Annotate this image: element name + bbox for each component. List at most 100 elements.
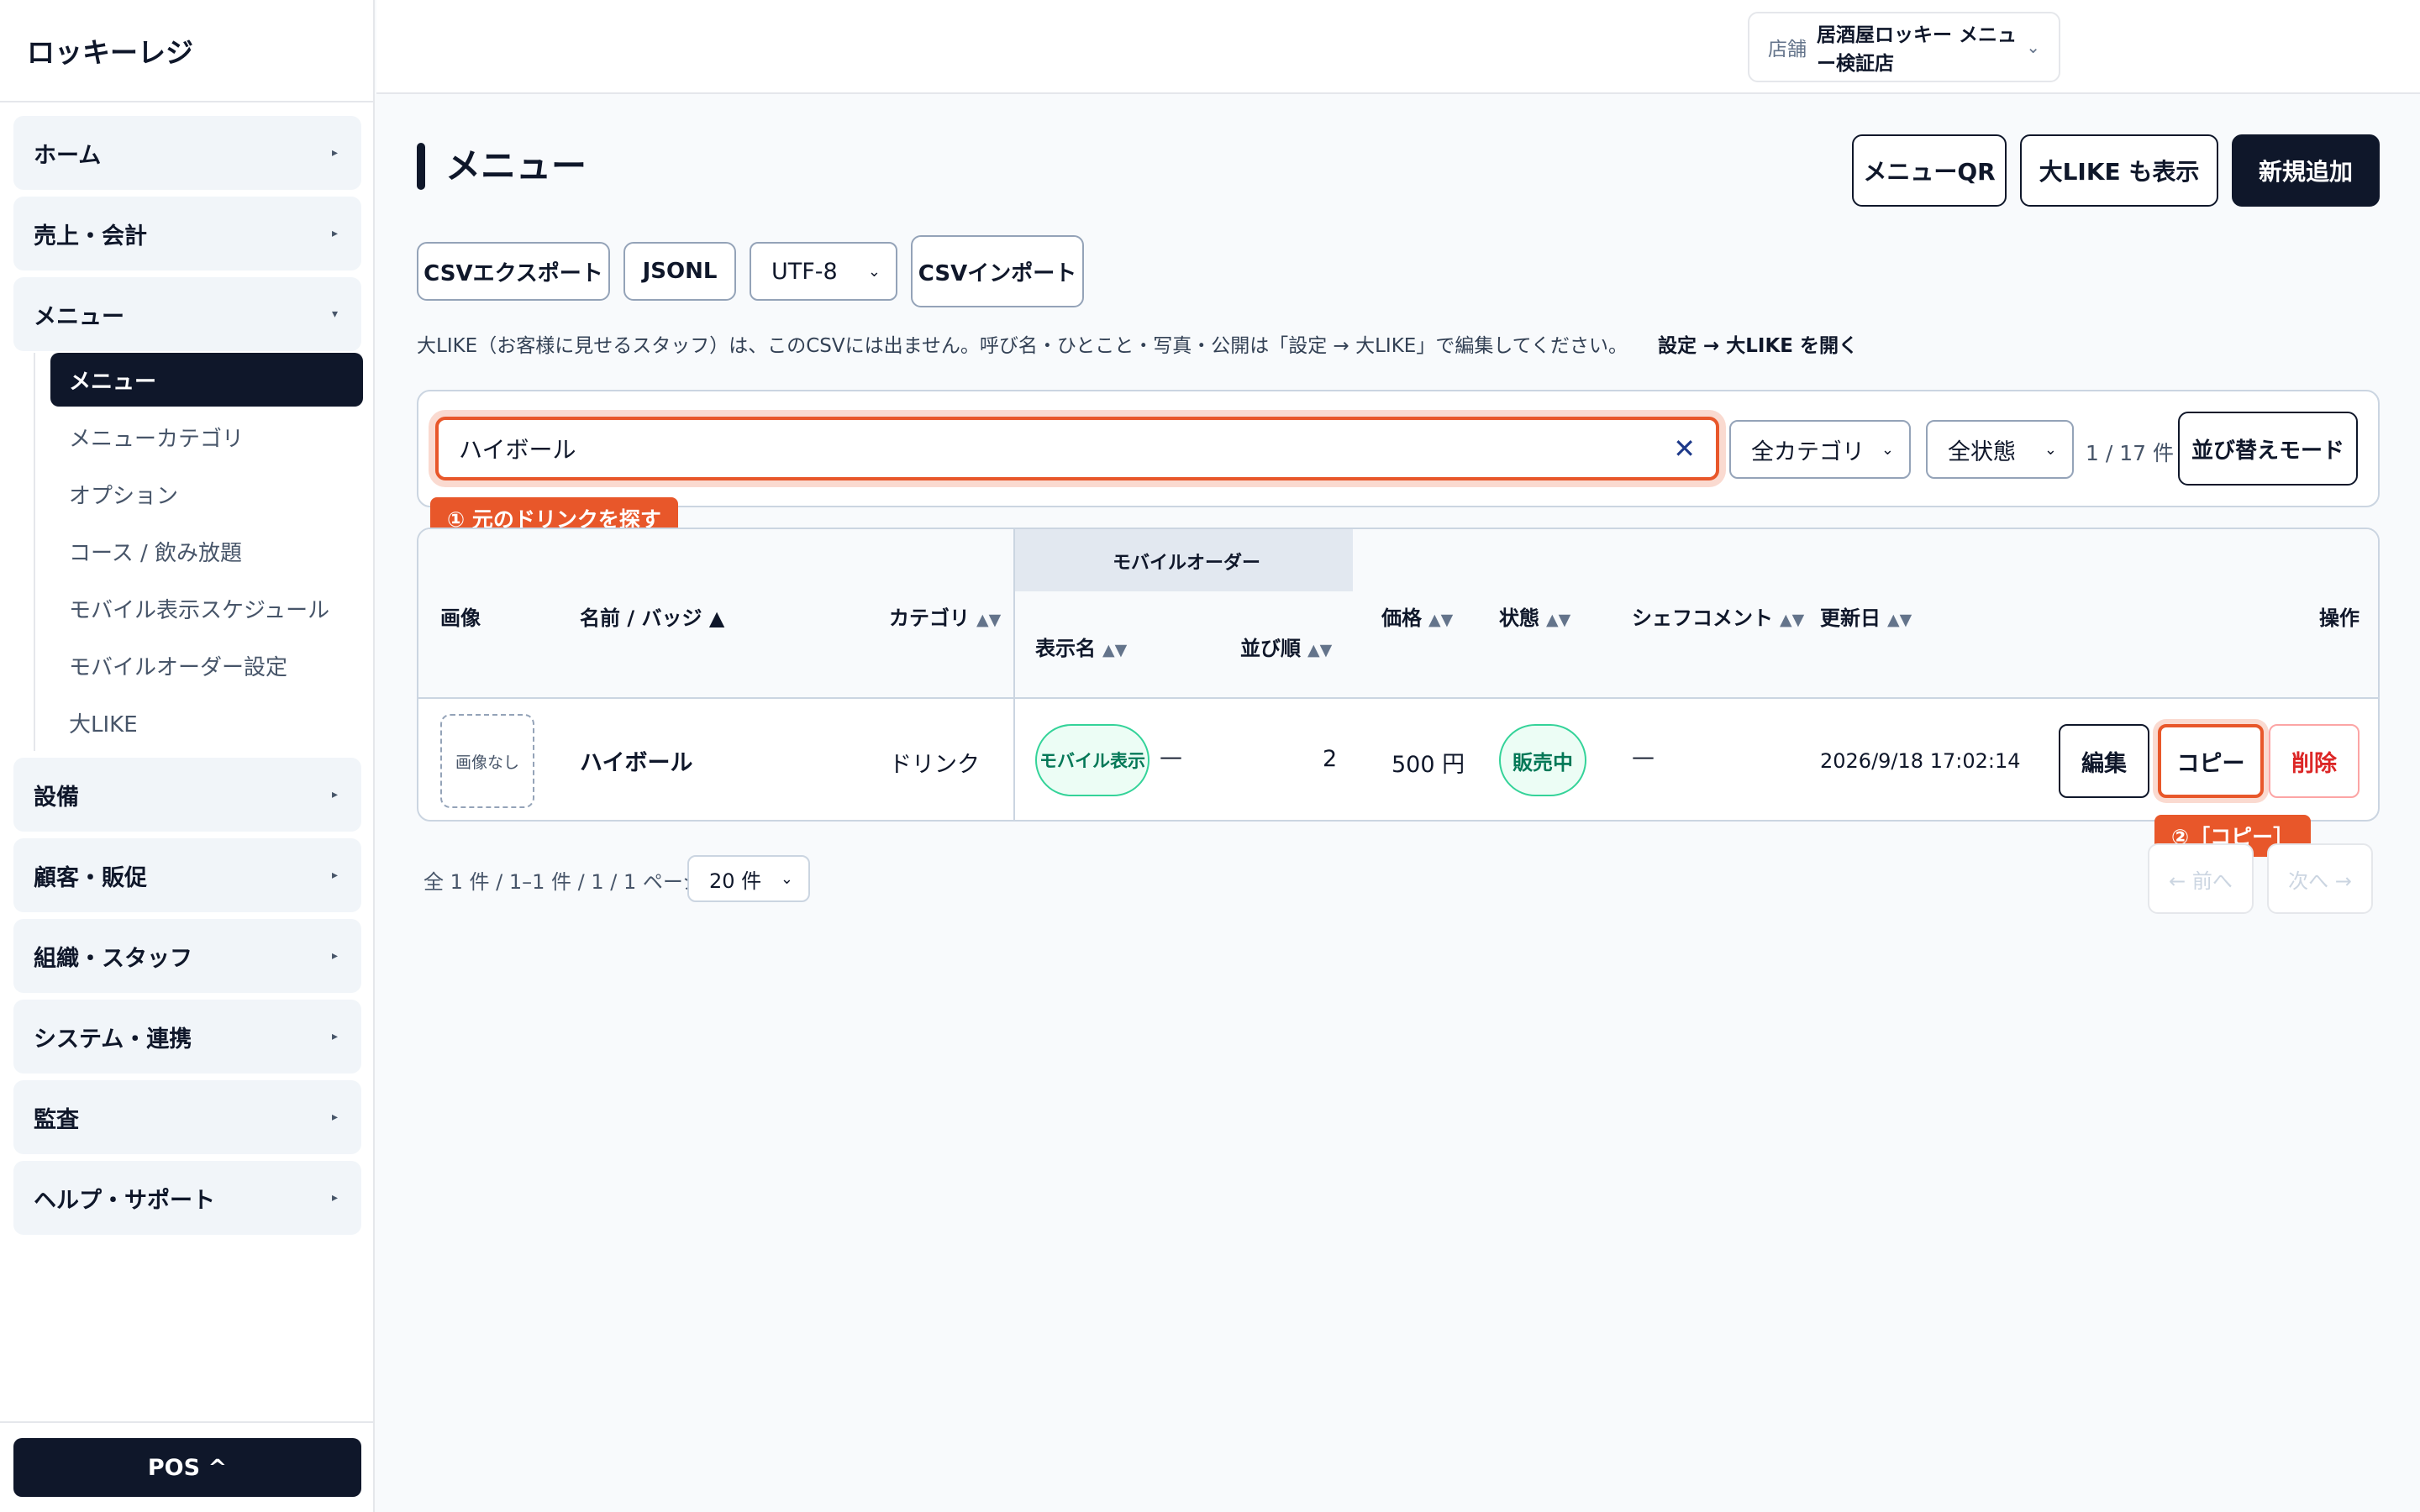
sort-icon: ▲▼	[1428, 611, 1454, 629]
status-filter-value: 全状態	[1948, 438, 2016, 465]
sort-icon: ▲▼	[1102, 641, 1128, 659]
nav-group-label: 売上・会計	[34, 223, 147, 249]
col-category[interactable]: カテゴリ ▲▼	[889, 601, 1001, 631]
encoding-value: UTF-8	[771, 258, 838, 285]
sidebar-item-like[interactable]: 大LIKE	[50, 696, 363, 749]
category-filter-value: 全カテゴリ	[1751, 438, 1865, 465]
edit-button[interactable]: 編集	[2059, 724, 2149, 798]
encoding-select[interactable]: UTF-8 ⌄	[750, 242, 897, 301]
row-chef-comment: —	[1632, 744, 1655, 770]
nav-group-label: 設備	[34, 784, 79, 811]
title-accent-bar	[417, 143, 425, 190]
sidebar-item-mobile-schedule[interactable]: モバイル表示スケジュール	[50, 581, 363, 635]
prev-page-button[interactable]: ← 前へ	[2148, 843, 2254, 914]
menu-submenu: メニュー メニューカテゴリ オプション コース / 飲み放題 モバイル表示スケジ…	[34, 353, 363, 751]
status-filter-select[interactable]: 全状態 ⌄	[1926, 420, 2074, 479]
caret-right-icon: ▸	[331, 949, 338, 963]
col-image: 画像	[440, 606, 481, 630]
mobile-visible-badge: モバイル表示	[1035, 724, 1150, 796]
nav-group-label: メニュー	[34, 303, 124, 330]
nav-group-equipment[interactable]: 設備 ▸	[13, 758, 361, 832]
notice-text: 大LIKE（お客様に見せるスタッフ）は、このCSVには出ません。呼び名・ひとこと…	[417, 335, 1628, 357]
chevron-down-icon: ⌄	[2044, 440, 2057, 459]
chevron-down-icon: ⌄	[780, 869, 793, 888]
csv-import-button[interactable]: CSVインポート	[911, 235, 1084, 307]
menu-qr-button[interactable]: メニューQR	[1852, 134, 2007, 207]
caret-down-icon: ▾	[331, 307, 338, 321]
caret-right-icon: ▸	[331, 227, 338, 240]
nav-group-help[interactable]: ヘルプ・サポート ▸	[13, 1161, 361, 1235]
sort-icon: ▲▼	[1546, 611, 1571, 629]
copy-button[interactable]: コピー	[2158, 724, 2264, 798]
store-label: 店舗	[1768, 39, 1807, 60]
col-display-name[interactable]: 表示名 ▲▼	[1035, 632, 1127, 661]
topbar: 店舗 居酒屋ロッキー メニュー検証店 ⌄	[376, 0, 2420, 94]
sort-icon: ▲▼	[1780, 611, 1805, 629]
new-item-button[interactable]: 新規追加	[2232, 134, 2380, 207]
nav-group-menu[interactable]: メニュー ▾	[13, 277, 361, 351]
brand-logo: ロッキーレジ	[0, 0, 373, 102]
nav-group-label: システム・連携	[34, 1026, 192, 1053]
per-page-select[interactable]: 20 件 ⌄	[687, 855, 810, 902]
row-display-name: —	[1160, 744, 1182, 770]
caret-right-icon: ▸	[331, 1110, 338, 1124]
search-value: ハイボール	[459, 436, 576, 464]
col-price-label: 価格	[1381, 606, 1422, 630]
col-price[interactable]: 価格 ▲▼	[1381, 601, 1453, 631]
mobile-order-group-label: モバイルオーダー	[1113, 553, 1261, 574]
chevron-down-icon: ⌄	[2026, 37, 2040, 57]
delete-button[interactable]: 削除	[2269, 724, 2360, 798]
jsonl-button[interactable]: JSONL	[623, 242, 736, 301]
nav-group-sales[interactable]: 売上・会計 ▸	[13, 197, 361, 270]
caret-right-icon: ▸	[331, 788, 338, 801]
store-select[interactable]: 店舗 居酒屋ロッキー メニュー検証店 ⌄	[1748, 12, 2060, 82]
sort-mode-button[interactable]: 並び替えモード	[2178, 412, 2358, 486]
nav-group-customers[interactable]: 顧客・販促 ▸	[13, 838, 361, 912]
col-status-label: 状態	[1499, 606, 1539, 630]
caret-right-icon: ▸	[331, 146, 338, 160]
page-title: メニュー	[445, 145, 587, 186]
col-chef-label: シェフコメント	[1632, 606, 1773, 630]
clear-icon[interactable]: ✕	[1673, 433, 1696, 465]
nav-group-label: 組織・スタッフ	[34, 945, 192, 972]
next-page-button[interactable]: 次へ →	[2267, 843, 2373, 914]
chevron-down-icon: ⌄	[867, 262, 881, 281]
col-updated[interactable]: 更新日 ▲▼	[1820, 601, 1912, 631]
sort-icon: ▲▼	[1887, 611, 1912, 629]
sort-icon: ▲▼	[976, 611, 1002, 629]
sidebar-item-course[interactable]: コース / 飲み放題	[50, 524, 363, 578]
col-display-name-label: 表示名	[1035, 637, 1096, 660]
image-placeholder: 画像なし	[440, 714, 534, 808]
csv-export-button[interactable]: CSVエクスポート	[417, 242, 610, 301]
sidebar-divider	[0, 1421, 375, 1423]
csv-notice: 大LIKE（お客様に見せるスタッフ）は、このCSVには出ません。呼び名・ひとこと…	[417, 329, 1858, 358]
pagination-summary: 全 1 件 / 1–1 件 / 1 / 1 ページ	[424, 870, 703, 894]
col-name[interactable]: 名前 / バッジ ▲	[580, 601, 724, 631]
row-order: 2	[1323, 746, 1338, 772]
nav-group-system[interactable]: システム・連携 ▸	[13, 1000, 361, 1074]
row-name: ハイボール	[580, 750, 693, 776]
col-status[interactable]: 状態 ▲▼	[1499, 601, 1570, 631]
pos-button[interactable]: POS ^	[13, 1438, 361, 1497]
nav-group-audit[interactable]: 監査 ▸	[13, 1080, 361, 1154]
sort-icon: ▲▼	[1307, 641, 1333, 659]
category-filter-select[interactable]: 全カテゴリ ⌄	[1729, 420, 1911, 479]
col-category-label: カテゴリ	[889, 606, 970, 630]
sidebar-item-options[interactable]: オプション	[50, 467, 363, 521]
sidebar-item-menu[interactable]: メニュー	[50, 353, 363, 407]
store-value: 居酒屋ロッキー メニュー検証店	[1817, 24, 2018, 75]
show-like-button[interactable]: 大LIKE も表示	[2020, 134, 2218, 207]
open-like-settings-link[interactable]: 設定 → 大LIKE を開く	[1658, 329, 1858, 358]
nav-group-home[interactable]: ホーム ▸	[13, 116, 361, 190]
nav-group-org[interactable]: 組織・スタッフ ▸	[13, 919, 361, 993]
col-order[interactable]: 並び順 ▲▼	[1240, 632, 1332, 661]
result-count: 1 / 17 件	[2086, 441, 2174, 465]
nav-group-label: 顧客・販促	[34, 864, 147, 891]
search-input[interactable]: ハイボール ✕	[435, 417, 1719, 480]
sidebar-item-menu-category[interactable]: メニューカテゴリ	[50, 410, 363, 464]
menu-table: モバイルオーダー 画像 名前 / バッジ ▲ カテゴリ ▲▼ 表示名 ▲▼ 並び順 ▲…	[417, 528, 2380, 822]
sidebar-item-mobile-order-settings[interactable]: モバイルオーダー設定	[50, 638, 363, 692]
caret-right-icon: ▸	[331, 1191, 338, 1205]
status-badge: 販売中	[1499, 724, 1586, 796]
col-chef-comment[interactable]: シェフコメント ▲▼	[1632, 601, 1804, 631]
